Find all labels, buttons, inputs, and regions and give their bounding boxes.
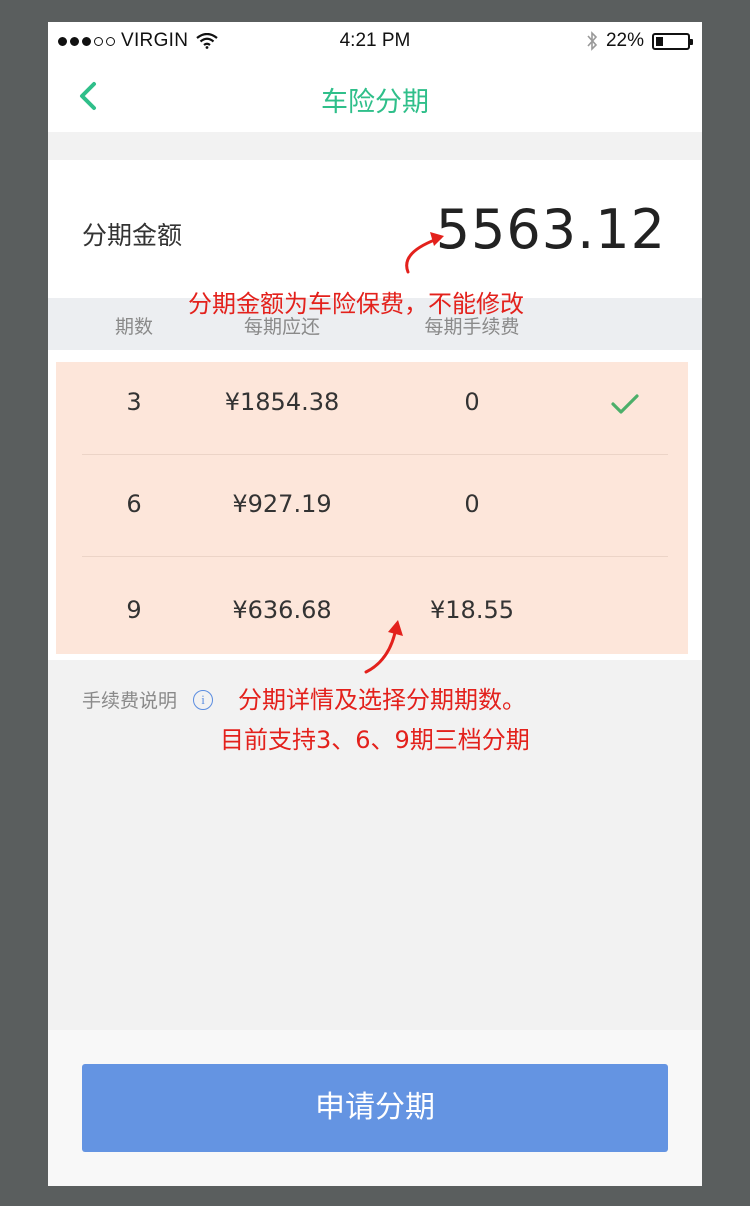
annotation-amount-note: 分期金额为车险保费，不能修改 xyxy=(188,290,524,318)
info-icon: i xyxy=(193,689,214,710)
row-divider xyxy=(82,556,668,557)
nav-bar: 车险分期 xyxy=(48,60,702,132)
row-fee: ¥18.55 xyxy=(430,596,514,624)
installment-row-3[interactable]: 3 ¥1854.38 0 xyxy=(56,362,688,462)
page-title: 车险分期 xyxy=(321,87,429,118)
status-bar: VIRGIN 4:21 PM 22% xyxy=(48,22,702,60)
annotation-arrow-detail xyxy=(364,620,403,674)
installment-row-6[interactable]: 6 ¥927.19 0 xyxy=(56,462,688,562)
bluetooth-icon xyxy=(587,31,598,51)
status-right: 22% xyxy=(586,30,693,52)
annotation-detail-note-2: 目前支持3、6、9期三档分期 xyxy=(220,726,530,754)
amount-value: 5563.12 xyxy=(435,198,666,261)
battery-icon xyxy=(652,32,693,50)
header-periods: 期数 xyxy=(114,316,154,338)
amount-label: 分期金额 xyxy=(82,221,183,250)
phone-screen: VIRGIN 4:21 PM 22% 车险分期 分期金额 5563.12 期数 … xyxy=(48,22,702,1186)
row-periods: 3 xyxy=(126,388,142,416)
battery-level xyxy=(656,36,663,46)
row-periods: 6 xyxy=(126,490,142,518)
annotation-arrow-amount xyxy=(405,232,444,274)
row-payment: ¥1854.38 xyxy=(224,388,340,416)
row-payment: ¥927.19 xyxy=(232,490,332,518)
apply-installment-button[interactable]: 申请分期 xyxy=(82,1064,668,1152)
installment-list: 3 ¥1854.38 0 6 ¥927.19 0 9 ¥636.68 ¥18.5… xyxy=(48,350,702,660)
row-divider xyxy=(82,454,668,455)
row-fee: 0 xyxy=(464,388,480,416)
amount-card: 分期金额 5563.12 xyxy=(48,160,702,298)
fee-info-link[interactable]: 手续费说明 i xyxy=(82,686,214,713)
battery-percent: 22% xyxy=(605,30,644,51)
check-icon xyxy=(611,394,639,414)
footer-bar: 申请分期 xyxy=(48,1030,702,1186)
row-payment: ¥636.68 xyxy=(232,596,332,624)
fee-info-label: 手续费说明 xyxy=(82,690,178,712)
installment-options: 3 ¥1854.38 0 6 ¥927.19 0 9 ¥636.68 ¥18.5… xyxy=(56,362,688,654)
row-periods: 9 xyxy=(126,596,142,624)
annotation-detail-note-1: 分期详情及选择分期期数。 xyxy=(238,686,526,714)
row-fee: 0 xyxy=(464,490,480,518)
